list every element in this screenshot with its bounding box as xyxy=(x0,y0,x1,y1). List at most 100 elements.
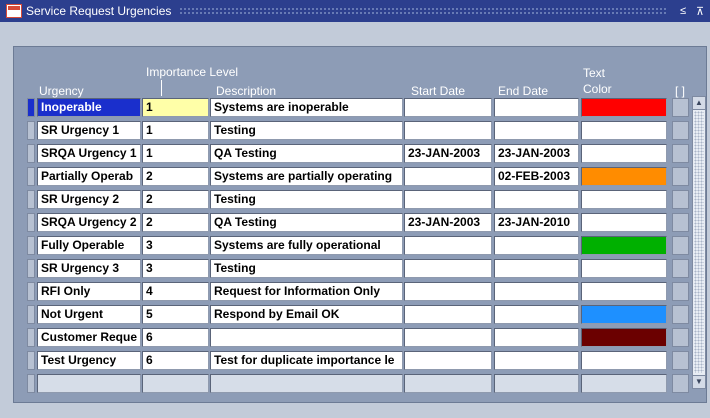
level-field[interactable]: 1 xyxy=(142,98,209,117)
end-field[interactable] xyxy=(494,121,579,140)
start-field[interactable] xyxy=(404,259,492,278)
row-indicator[interactable] xyxy=(27,144,35,163)
row-indicator[interactable] xyxy=(27,305,35,324)
description-field[interactable] xyxy=(210,374,403,393)
description-field[interactable]: QA Testing xyxy=(210,213,403,232)
row-indicator[interactable] xyxy=(27,190,35,209)
description-field[interactable]: Respond by Email OK xyxy=(210,305,403,324)
description-field[interactable]: Systems are fully operational xyxy=(210,236,403,255)
level-field[interactable]: 6 xyxy=(142,328,209,347)
description-field[interactable]: Testing xyxy=(210,190,403,209)
description-field[interactable]: Request for Information Only xyxy=(210,282,403,301)
row-indicator[interactable] xyxy=(27,259,35,278)
flexfield-cell[interactable] xyxy=(672,351,689,370)
text-color-field[interactable] xyxy=(581,282,667,301)
text-color-field[interactable] xyxy=(581,190,667,209)
text-color-field[interactable] xyxy=(581,98,667,117)
urgency-field[interactable]: Test Urgency xyxy=(37,351,141,370)
end-field[interactable]: 23-JAN-2003 xyxy=(494,144,579,163)
end-field[interactable] xyxy=(494,236,579,255)
description-field[interactable]: QA Testing xyxy=(210,144,403,163)
scroll-up-arrow-icon[interactable]: ▲ xyxy=(693,97,705,110)
flexfield-cell[interactable] xyxy=(672,259,689,278)
urgency-field[interactable]: Fully Operable xyxy=(37,236,141,255)
row-indicator[interactable] xyxy=(27,167,35,186)
maximize-icon[interactable]: ⊼ xyxy=(693,5,707,18)
scrollbar-thumb[interactable] xyxy=(694,111,704,373)
text-color-field[interactable] xyxy=(581,374,667,393)
flexfield-cell[interactable] xyxy=(672,213,689,232)
start-field[interactable] xyxy=(404,121,492,140)
start-field[interactable] xyxy=(404,167,492,186)
urgency-field[interactable]: SR Urgency 1 xyxy=(37,121,141,140)
end-field[interactable] xyxy=(494,98,579,117)
row-indicator[interactable] xyxy=(27,374,35,393)
text-color-field[interactable] xyxy=(581,167,667,186)
flexfield-cell[interactable] xyxy=(672,374,689,393)
text-color-field[interactable] xyxy=(581,305,667,324)
start-field[interactable] xyxy=(404,190,492,209)
description-field[interactable]: Testing xyxy=(210,259,403,278)
urgency-field[interactable]: SRQA Urgency 1 xyxy=(37,144,141,163)
row-indicator[interactable] xyxy=(27,282,35,301)
level-field[interactable] xyxy=(142,374,209,393)
level-field[interactable]: 2 xyxy=(142,190,209,209)
start-field[interactable]: 23-JAN-2003 xyxy=(404,213,492,232)
level-field[interactable]: 6 xyxy=(142,351,209,370)
flexfield-cell[interactable] xyxy=(672,167,689,186)
flexfield-cell[interactable] xyxy=(672,305,689,324)
start-field[interactable] xyxy=(404,305,492,324)
description-field[interactable]: Testing xyxy=(210,121,403,140)
end-field[interactable]: 23-JAN-2010 xyxy=(494,213,579,232)
flexfield-cell[interactable] xyxy=(672,282,689,301)
urgency-field[interactable]: RFI Only xyxy=(37,282,141,301)
end-field[interactable]: 02-FEB-2003 xyxy=(494,167,579,186)
description-field[interactable]: Systems are partially operating xyxy=(210,167,403,186)
row-indicator[interactable] xyxy=(27,328,35,347)
vertical-scrollbar[interactable]: ▲ ▼ xyxy=(692,96,706,389)
end-field[interactable] xyxy=(494,282,579,301)
level-field[interactable]: 1 xyxy=(142,121,209,140)
urgency-field[interactable]: Not Urgent xyxy=(37,305,141,324)
text-color-field[interactable] xyxy=(581,351,667,370)
end-field[interactable] xyxy=(494,374,579,393)
start-field[interactable] xyxy=(404,351,492,370)
urgency-field[interactable]: SR Urgency 3 xyxy=(37,259,141,278)
minimize-icon[interactable]: ≤ xyxy=(676,5,690,17)
urgency-field[interactable] xyxy=(37,374,141,393)
start-field[interactable]: 23-JAN-2003 xyxy=(404,144,492,163)
level-field[interactable]: 3 xyxy=(142,259,209,278)
text-color-field[interactable] xyxy=(581,121,667,140)
urgency-field[interactable]: Customer Reque xyxy=(37,328,141,347)
flexfield-cell[interactable] xyxy=(672,121,689,140)
level-field[interactable]: 2 xyxy=(142,213,209,232)
row-indicator[interactable] xyxy=(27,351,35,370)
start-field[interactable] xyxy=(404,282,492,301)
flexfield-cell[interactable] xyxy=(672,328,689,347)
flexfield-cell[interactable] xyxy=(672,144,689,163)
end-field[interactable] xyxy=(494,328,579,347)
flexfield-cell[interactable] xyxy=(672,190,689,209)
text-color-field[interactable] xyxy=(581,213,667,232)
end-field[interactable] xyxy=(494,259,579,278)
description-field[interactable] xyxy=(210,328,403,347)
row-indicator[interactable] xyxy=(27,121,35,140)
flexfield-cell[interactable] xyxy=(672,98,689,117)
start-field[interactable] xyxy=(404,374,492,393)
start-field[interactable] xyxy=(404,98,492,117)
description-field[interactable]: Test for duplicate importance le xyxy=(210,351,403,370)
text-color-field[interactable] xyxy=(581,328,667,347)
row-indicator[interactable] xyxy=(27,236,35,255)
end-field[interactable] xyxy=(494,351,579,370)
start-field[interactable] xyxy=(404,328,492,347)
text-color-field[interactable] xyxy=(581,236,667,255)
urgency-field[interactable]: Partially Operab xyxy=(37,167,141,186)
level-field[interactable]: 4 xyxy=(142,282,209,301)
description-field[interactable]: Systems are inoperable xyxy=(210,98,403,117)
scroll-down-arrow-icon[interactable]: ▼ xyxy=(693,375,705,388)
flexfield-cell[interactable] xyxy=(672,236,689,255)
text-color-field[interactable] xyxy=(581,259,667,278)
level-field[interactable]: 1 xyxy=(142,144,209,163)
text-color-field[interactable] xyxy=(581,144,667,163)
urgency-field[interactable]: Inoperable xyxy=(37,98,141,117)
